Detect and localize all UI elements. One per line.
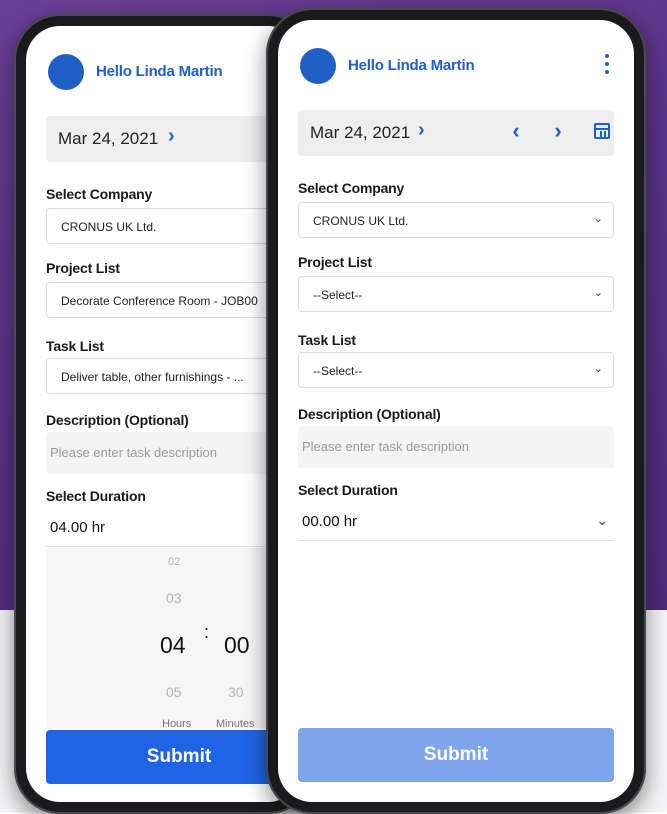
date-text: Mar 24, 2021 <box>58 129 159 148</box>
task-value: Deliver table, other furnishings - ... <box>61 370 244 384</box>
picker-separator: : <box>204 622 210 642</box>
greeting: Hello Linda Martin <box>348 57 475 74</box>
phone-right: Hello Linda Martin Mar 24, 2021 › ‹ › Se… <box>266 8 646 814</box>
duration-value: 04.00 hr <box>50 519 106 536</box>
company-value: CRONUS UK Ltd. <box>61 220 157 234</box>
avatar[interactable] <box>300 48 336 84</box>
calendar-icon[interactable] <box>594 123 610 139</box>
task-select[interactable]: --Select-- ⌄ <box>298 352 614 388</box>
screen-left: Hello Linda Martin Mar 24, 2021 › Select… <box>26 26 302 802</box>
task-select[interactable]: Deliver table, other furnishings - ... <box>46 358 302 394</box>
greeting: Hello Linda Martin <box>96 63 223 80</box>
project-select[interactable]: Decorate Conference Room - JOB00 <box>46 282 302 318</box>
date-bar[interactable]: Mar 24, 2021 › <box>46 116 282 162</box>
company-select[interactable]: CRONUS UK Ltd. <box>46 208 302 244</box>
header: Hello Linda Martin <box>300 48 612 88</box>
description-placeholder: Please enter task description <box>50 445 217 460</box>
submit-button[interactable]: Submit <box>46 730 302 784</box>
duration-select[interactable]: 00.00 hr ⌄ <box>298 504 614 541</box>
duration-value: 00.00 hr <box>302 513 358 530</box>
more-vertical-icon[interactable] <box>602 54 612 80</box>
avatar[interactable] <box>48 54 84 90</box>
picker-minute[interactable]: 30 <box>228 684 244 700</box>
header: Hello Linda Martin <box>48 54 280 94</box>
company-select[interactable]: CRONUS UK Ltd. ⌄ <box>298 202 614 238</box>
label-project: Project List <box>298 254 372 270</box>
label-company: Select Company <box>46 186 153 202</box>
chevron-right-icon[interactable]: › <box>418 119 425 142</box>
duration-select[interactable]: 04.00 hr <box>46 510 302 547</box>
label-duration: Select Duration <box>298 482 398 498</box>
submit-button[interactable]: Submit <box>298 728 614 782</box>
company-value: CRONUS UK Ltd. <box>313 214 409 228</box>
project-select[interactable]: --Select-- ⌄ <box>298 276 614 312</box>
chevron-left-icon[interactable]: ‹ <box>506 118 526 144</box>
picker-hour-selected[interactable]: 04 <box>160 632 186 659</box>
label-description: Description (Optional) <box>46 412 189 428</box>
label-company: Select Company <box>298 180 405 196</box>
chevron-down-icon: ⌄ <box>593 213 603 225</box>
date-text: Mar 24, 2021 <box>310 123 411 142</box>
label-duration: Select Duration <box>46 488 146 504</box>
task-value: --Select-- <box>313 364 363 378</box>
label-task: Task List <box>298 332 356 348</box>
label-project: Project List <box>46 260 120 276</box>
picker-hour[interactable]: 05 <box>166 684 182 700</box>
duration-picker[interactable]: 02 03 04 : 00 05 30 Hours Minutes <box>46 548 302 730</box>
chevron-right-icon[interactable]: › <box>548 118 568 144</box>
picker-hours-label: Hours <box>162 718 192 730</box>
label-task: Task List <box>46 338 104 354</box>
description-placeholder: Please enter task description <box>302 439 469 454</box>
picker-hour[interactable]: 02 <box>168 556 180 568</box>
chevron-right-icon[interactable]: › <box>168 125 175 148</box>
picker-hour[interactable]: 03 <box>166 590 182 606</box>
chevron-down-icon: ⌄ <box>593 363 603 375</box>
description-input[interactable]: Please enter task description <box>298 426 614 468</box>
date-bar[interactable]: Mar 24, 2021 › ‹ › <box>298 110 614 156</box>
picker-minutes-label: Minutes <box>216 718 255 730</box>
description-input[interactable]: Please enter task description <box>46 432 302 474</box>
project-value: --Select-- <box>313 288 363 302</box>
picker-minute-selected[interactable]: 00 <box>224 632 250 659</box>
label-description: Description (Optional) <box>298 406 441 422</box>
screen-right: Hello Linda Martin Mar 24, 2021 › ‹ › Se… <box>278 20 634 802</box>
chevron-down-icon: ⌄ <box>596 512 608 528</box>
chevron-down-icon: ⌄ <box>593 287 603 299</box>
